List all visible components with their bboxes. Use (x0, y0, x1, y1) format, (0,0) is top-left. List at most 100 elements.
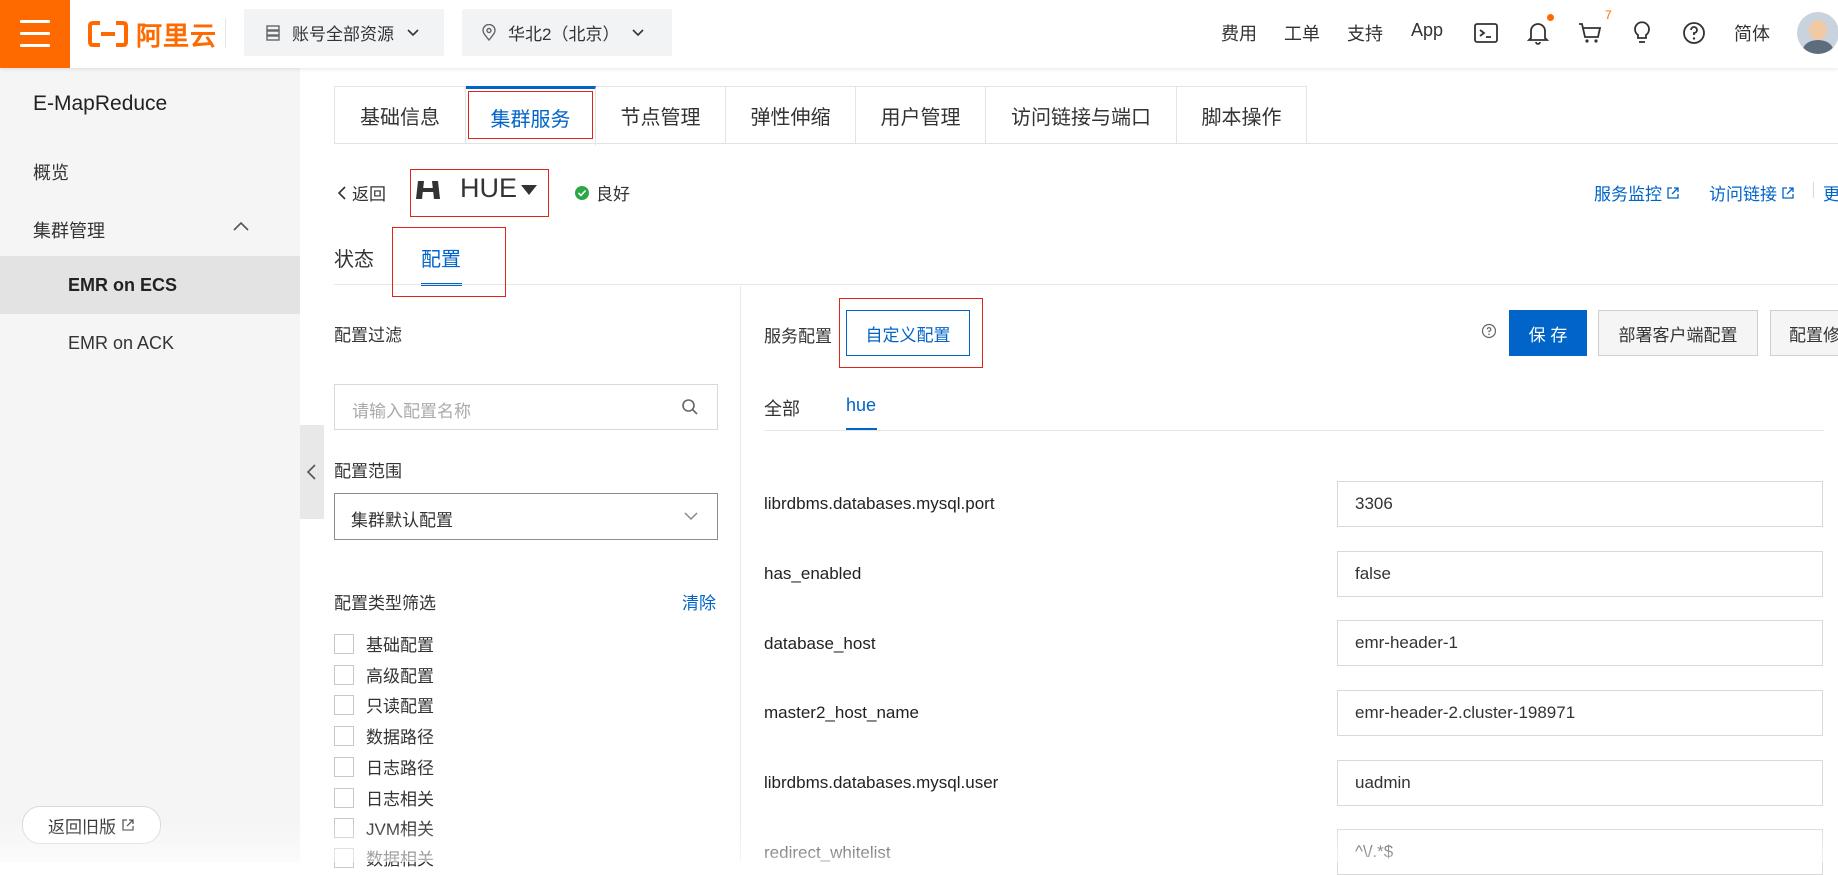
access-link[interactable]: 访问链接 (1709, 180, 1795, 205)
tabs-divider (334, 143, 1838, 144)
aliyun-logo[interactable]: 阿里云 (88, 14, 217, 54)
notification-dot (1547, 14, 1554, 21)
scope-value: 集群默认配置 (351, 511, 453, 530)
custom-config-label: 自定义配置 (865, 325, 951, 345)
avatar[interactable] (1797, 12, 1838, 54)
back-button[interactable]: 返回 (336, 180, 386, 205)
tab-label: 访问链接与端口 (1011, 106, 1151, 129)
save-button[interactable]: 保 存 (1509, 310, 1587, 356)
checkbox-data-related[interactable]: 数据相关 (334, 845, 434, 870)
checkbox-basic-config[interactable]: 基础配置 (334, 631, 434, 656)
checkbox[interactable] (334, 664, 354, 685)
checkbox[interactable] (334, 694, 354, 715)
config-value-input[interactable]: 3306 (1337, 481, 1823, 527)
service-name[interactable]: HUE (460, 173, 517, 204)
type-filter-label: 配置类型筛选 (334, 594, 436, 613)
tab-label: 用户管理 (880, 106, 961, 129)
resource-selector[interactable]: 账号全部资源 (244, 9, 444, 56)
deploy-client-config-button[interactable]: 部署客户端配置 (1598, 310, 1758, 356)
checkbox-log-related[interactable]: 日志相关 (334, 785, 434, 810)
chevron-up-icon[interactable] (232, 219, 250, 233)
cluster-tabs: 基础信息 集群服务 节点管理 弹性伸缩 用户管理 访问链接与端口 脚本操作 (334, 86, 1307, 146)
checkbox[interactable] (334, 787, 354, 808)
search-icon[interactable] (681, 398, 699, 416)
subtabs-divider (334, 284, 1838, 285)
more-link[interactable]: 更 (1823, 180, 1838, 205)
tab-label: 基础信息 (360, 106, 440, 129)
billing-link[interactable]: 费用 (1221, 20, 1257, 46)
checkbox[interactable] (334, 817, 354, 838)
cart-icon[interactable] (1577, 20, 1603, 46)
tab-basic-info[interactable]: 基础信息 (334, 86, 466, 144)
tab-label: 节点管理 (620, 106, 701, 129)
terminal-icon[interactable] (1473, 20, 1499, 46)
config-tab-all[interactable]: 全部 (764, 395, 800, 421)
tab-status[interactable]: 状态 (334, 243, 374, 272)
sidebar-item-cluster-management[interactable]: 集群管理 (33, 217, 105, 243)
config-value-input[interactable]: ^\/.*$ (1337, 829, 1823, 875)
config-key: redirect_whitelist (764, 843, 891, 862)
tab-access-links-ports[interactable]: 访问链接与端口 (986, 86, 1177, 144)
location-pin-icon (482, 23, 496, 41)
chevron-down-icon (632, 28, 645, 36)
checkbox-jvm-related[interactable]: JVM相关 (334, 815, 434, 840)
config-value-input[interactable]: false (1337, 551, 1823, 597)
sidebar-item-emr-on-ack[interactable]: EMR on ACK (68, 333, 174, 354)
config-key: master2_host_name (764, 703, 919, 722)
clear-filter-link[interactable]: 清除 (682, 589, 716, 614)
service-status-label: 良好 (596, 185, 630, 204)
config-value-input[interactable]: emr-header-1 (1337, 620, 1823, 666)
server-icon (266, 24, 280, 41)
tab-auto-scaling[interactable]: 弹性伸缩 (726, 86, 856, 144)
caret-down-icon[interactable] (520, 184, 538, 196)
tab-script-operations[interactable]: 脚本操作 (1177, 86, 1307, 144)
save-label: 保 存 (1528, 325, 1568, 345)
region-selector[interactable]: 华北2（北京） (462, 9, 672, 56)
checkbox[interactable] (334, 725, 354, 746)
tab-config[interactable]: 配置 (421, 243, 461, 272)
region-selector-label: 华北2（北京） (508, 25, 620, 44)
checkbox-readonly-config[interactable]: 只读配置 (334, 692, 434, 717)
ticket-link[interactable]: 工单 (1284, 20, 1320, 46)
checkbox[interactable] (334, 633, 354, 654)
help-icon[interactable] (1681, 20, 1707, 46)
config-search-input[interactable]: 请输入配置名称 (334, 384, 718, 430)
checkbox[interactable] (334, 756, 354, 777)
checkbox-label: 数据路径 (366, 728, 434, 747)
sidebar-item-overview[interactable]: 概览 (33, 159, 69, 185)
checkbox-data-path[interactable]: 数据路径 (334, 723, 434, 748)
sidebar-collapse-handle[interactable] (300, 425, 324, 519)
tab-cluster-services[interactable]: 集群服务 (466, 86, 596, 146)
checkbox-label: 高级配置 (366, 667, 434, 686)
service-monitor-link[interactable]: 服务监控 (1594, 180, 1680, 205)
config-modify-button[interactable]: 配置修 (1770, 310, 1838, 356)
bell-icon[interactable] (1525, 20, 1551, 46)
config-scope-select[interactable]: 集群默认配置 (334, 493, 718, 540)
tab-user-management[interactable]: 用户管理 (856, 86, 986, 144)
chevron-left-icon (337, 185, 346, 200)
language-switch[interactable]: 简体 (1734, 20, 1770, 46)
external-link-icon (1667, 186, 1679, 199)
custom-config-button[interactable]: 自定义配置 (846, 310, 970, 356)
checkbox-advanced-config[interactable]: 高级配置 (334, 662, 434, 687)
lightbulb-icon[interactable] (1629, 20, 1655, 46)
scope-label: 配置范围 (334, 462, 402, 481)
search-placeholder: 请输入配置名称 (352, 402, 471, 421)
tab-label: 弹性伸缩 (750, 106, 831, 129)
config-tab-hue[interactable]: hue (846, 395, 876, 416)
checkbox[interactable] (334, 847, 354, 868)
config-value-input[interactable]: uadmin (1337, 760, 1823, 806)
panel-divider (740, 286, 741, 862)
menu-button[interactable] (0, 0, 70, 68)
chevron-down-icon (684, 512, 698, 521)
help-circle-icon[interactable] (1481, 323, 1497, 339)
support-link[interactable]: 支持 (1347, 20, 1383, 46)
app-link[interactable]: App (1411, 20, 1443, 41)
config-value-input[interactable]: emr-header-2.cluster-198971 (1337, 690, 1823, 736)
return-old-version-button[interactable]: 返回旧版 (22, 806, 161, 844)
chevron-down-icon (407, 28, 419, 36)
checkbox-log-path[interactable]: 日志路径 (334, 754, 434, 779)
chevron-left-icon (306, 464, 316, 480)
sidebar-item-emr-on-ecs[interactable]: EMR on ECS (68, 275, 177, 296)
tab-node-management[interactable]: 节点管理 (596, 86, 726, 144)
